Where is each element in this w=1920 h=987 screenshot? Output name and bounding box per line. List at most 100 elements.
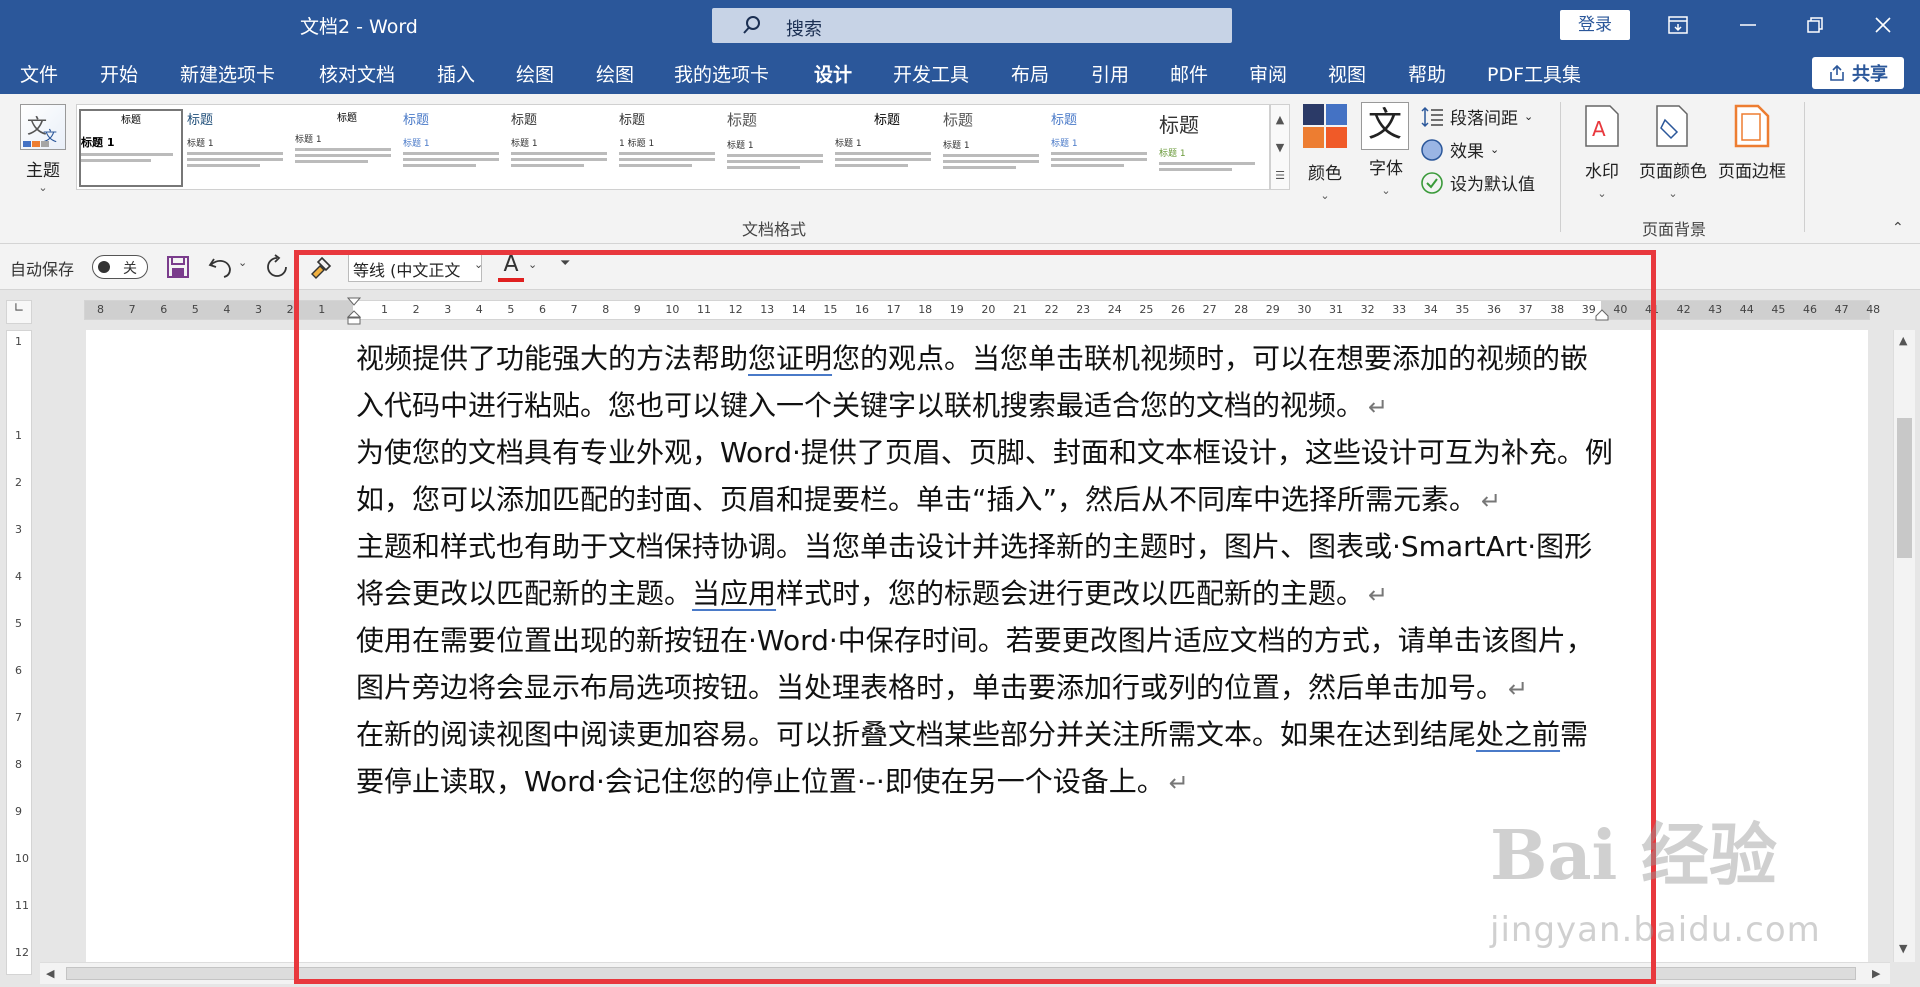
scroll-left-icon[interactable]: ◀	[46, 967, 54, 980]
paragraph-mark: ↵	[1168, 768, 1189, 797]
style-set-item[interactable]: 标题 标题 1	[79, 109, 183, 187]
indent-marker-icon[interactable]	[347, 297, 361, 325]
grammar-underline: 处之前	[1476, 718, 1561, 751]
tab-file[interactable]: 文件	[20, 60, 58, 87]
chevron-down-icon[interactable]: ▼	[1276, 141, 1284, 154]
save-icon[interactable]	[166, 255, 190, 279]
style-set-item[interactable]: 标题 标题 1	[295, 109, 399, 187]
scroll-thumb[interactable]	[1897, 418, 1912, 558]
paragraph-spacing-button[interactable]: 段落间距 ⌄	[1420, 104, 1533, 129]
close-icon[interactable]	[1868, 10, 1898, 40]
vertical-ruler[interactable]: 112345678910111213	[6, 330, 32, 975]
ruler-right-margin	[1601, 301, 1869, 319]
paragraph[interactable]: 主题和样式也有助于文档保持协调。当您单击设计并选择新的主题时，图片、图表或·Sm…	[356, 524, 1616, 618]
style-set-item[interactable]: 标题 标题 1	[1159, 109, 1263, 187]
tab-review[interactable]: 审阅	[1249, 60, 1287, 87]
tab-layout[interactable]: 布局	[1011, 60, 1049, 87]
search-box[interactable]: 搜索	[712, 8, 1232, 43]
font-color-swatch	[498, 278, 524, 282]
ribbon-display-options-icon[interactable]	[1663, 10, 1693, 40]
ruler-number: 34	[1423, 303, 1438, 316]
share-button[interactable]: 共享	[1812, 57, 1904, 89]
restore-icon[interactable]	[1800, 10, 1830, 40]
chevron-down-icon[interactable]: ⌄	[474, 258, 483, 271]
tab-draw[interactable]: 绘图	[516, 60, 554, 87]
paragraph-mark: ↵	[1481, 486, 1502, 515]
ruler-number: 44	[1739, 303, 1754, 316]
style-set-item[interactable]: 标题 标题 1	[835, 109, 939, 187]
tab-developer[interactable]: 开发工具	[893, 60, 969, 87]
ruler-left-margin	[85, 301, 353, 319]
paragraph[interactable]: 在新的阅读视图中阅读更加容易。可以折叠文档某些部分并关注所需文本。如果在达到结尾…	[356, 712, 1616, 806]
ruler-number: 5	[507, 303, 515, 316]
effects-button[interactable]: 效果 ⌄	[1420, 137, 1499, 162]
tab-check-document[interactable]: 核对文档	[319, 60, 395, 87]
paragraph[interactable]: 为使您的文档具有专业外观，Word·提供了页眉、页脚、封面和文本框设计，这些设计…	[356, 430, 1616, 524]
check-circle-icon	[1421, 171, 1443, 194]
tab-pdf-tools[interactable]: PDF工具集	[1487, 60, 1581, 87]
document-body[interactable]: 视频提供了功能强大的方法帮助您证明您的观点。当您单击联机视频时，可以在想要添加的…	[356, 336, 1616, 806]
style-set-item[interactable]: 标题 1 标题 1	[619, 109, 723, 187]
horizontal-scrollbar[interactable]: ◀ ▶	[40, 962, 1890, 984]
font-color-button[interactable]: A	[498, 252, 524, 284]
customize-toolbar-icon[interactable]: ⏷	[560, 256, 570, 271]
colors-button[interactable]: 颜色 ⌄	[1297, 102, 1353, 204]
page-color-icon	[1656, 105, 1688, 147]
undo-icon[interactable]	[208, 255, 234, 279]
tab-new-tab[interactable]: 新建选项卡	[180, 60, 275, 87]
tab-design[interactable]: 设计	[814, 60, 853, 97]
ruler-number: 5	[15, 617, 22, 630]
minimize-icon[interactable]	[1733, 10, 1763, 40]
tab-view[interactable]: 视图	[1328, 60, 1366, 87]
tab-draw-2[interactable]: 绘图	[596, 60, 634, 87]
format-painter-icon[interactable]	[308, 254, 334, 280]
page-borders-label: 页面边框	[1718, 162, 1786, 182]
paragraph[interactable]: 视频提供了功能强大的方法帮助您证明您的观点。当您单击联机视频时，可以在想要添加的…	[356, 336, 1616, 430]
ruler-number: 27	[1202, 303, 1217, 316]
ruler-number: 5	[191, 303, 199, 316]
watermark-button[interactable]: A 水印 ⌄	[1576, 104, 1628, 202]
scroll-up-icon[interactable]: ▲	[1899, 334, 1907, 347]
document-format-group-label: 文档格式	[742, 220, 807, 239]
paragraph-mark: ↵	[1368, 580, 1389, 609]
right-indent-marker-icon[interactable]	[1595, 309, 1609, 321]
gallery-scroll[interactable]: ▲ ▼ ☰	[1270, 104, 1290, 190]
tab-insert[interactable]: 插入	[437, 60, 475, 87]
page-borders-button[interactable]: 页面边框	[1714, 104, 1790, 182]
style-set-item[interactable]: 标题 标题 1	[403, 109, 507, 187]
chevron-up-icon[interactable]: ▲	[1276, 113, 1284, 126]
style-set-item[interactable]: 标题 标题 1	[511, 109, 615, 187]
themes-button[interactable]: 文文 主题 ⌄	[16, 104, 70, 214]
collapse-ribbon-icon[interactable]: ⌃	[1892, 220, 1904, 236]
scroll-right-icon[interactable]: ▶	[1872, 967, 1880, 980]
style-set-item[interactable]: 标题 标题 1	[1051, 109, 1155, 187]
autosave-toggle[interactable]: 关	[92, 255, 148, 279]
tab-references[interactable]: 引用	[1091, 60, 1129, 87]
fonts-icon: 文	[1361, 102, 1409, 150]
redo-icon[interactable]	[264, 254, 290, 280]
font-name-select[interactable]: 等线 (中文正文	[348, 254, 482, 282]
ruler-number: 29	[1265, 303, 1280, 316]
page-color-button[interactable]: 页面颜色 ⌄	[1635, 104, 1711, 202]
ruler-number: 47	[1834, 303, 1849, 316]
style-set-item[interactable]: 标题 标题 1	[943, 109, 1047, 187]
style-set-item[interactable]: 标题 标题 1	[727, 109, 831, 187]
chevron-down-icon[interactable]: ⌄	[238, 256, 247, 269]
tab-my-tab[interactable]: 我的选项卡	[674, 60, 769, 87]
paragraph[interactable]: 使用在需要位置出现的新按钮在·Word·中保存时间。若要更改图片适应文档的方式，…	[356, 618, 1616, 712]
login-button[interactable]: 登录	[1560, 10, 1630, 40]
tab-selector-icon[interactable]: ∟	[6, 300, 32, 324]
tab-help[interactable]: 帮助	[1408, 60, 1446, 87]
fonts-button[interactable]: 文 字体 ⌄	[1361, 102, 1411, 199]
tab-home[interactable]: 开始	[100, 60, 138, 87]
set-as-default-button[interactable]: 设为默认值	[1420, 170, 1535, 195]
gallery-more-icon[interactable]: ☰	[1275, 169, 1285, 182]
scroll-thumb[interactable]	[66, 967, 1856, 980]
chevron-down-icon: ⌄	[1597, 187, 1607, 200]
themes-icon: 文文	[20, 104, 66, 150]
chevron-down-icon[interactable]: ⌄	[528, 258, 537, 271]
horizontal-ruler[interactable]: 8 7 6 5 4 3 2 1 1 2 3 4 5 6 7 8 9 10 11 12 13 14 15 16 17 18 19 20 2…	[84, 297, 1880, 325]
tab-mailings[interactable]: 邮件	[1170, 60, 1208, 87]
toggle-knob	[98, 261, 110, 273]
style-set-item[interactable]: 标题 标题 1	[187, 109, 291, 187]
